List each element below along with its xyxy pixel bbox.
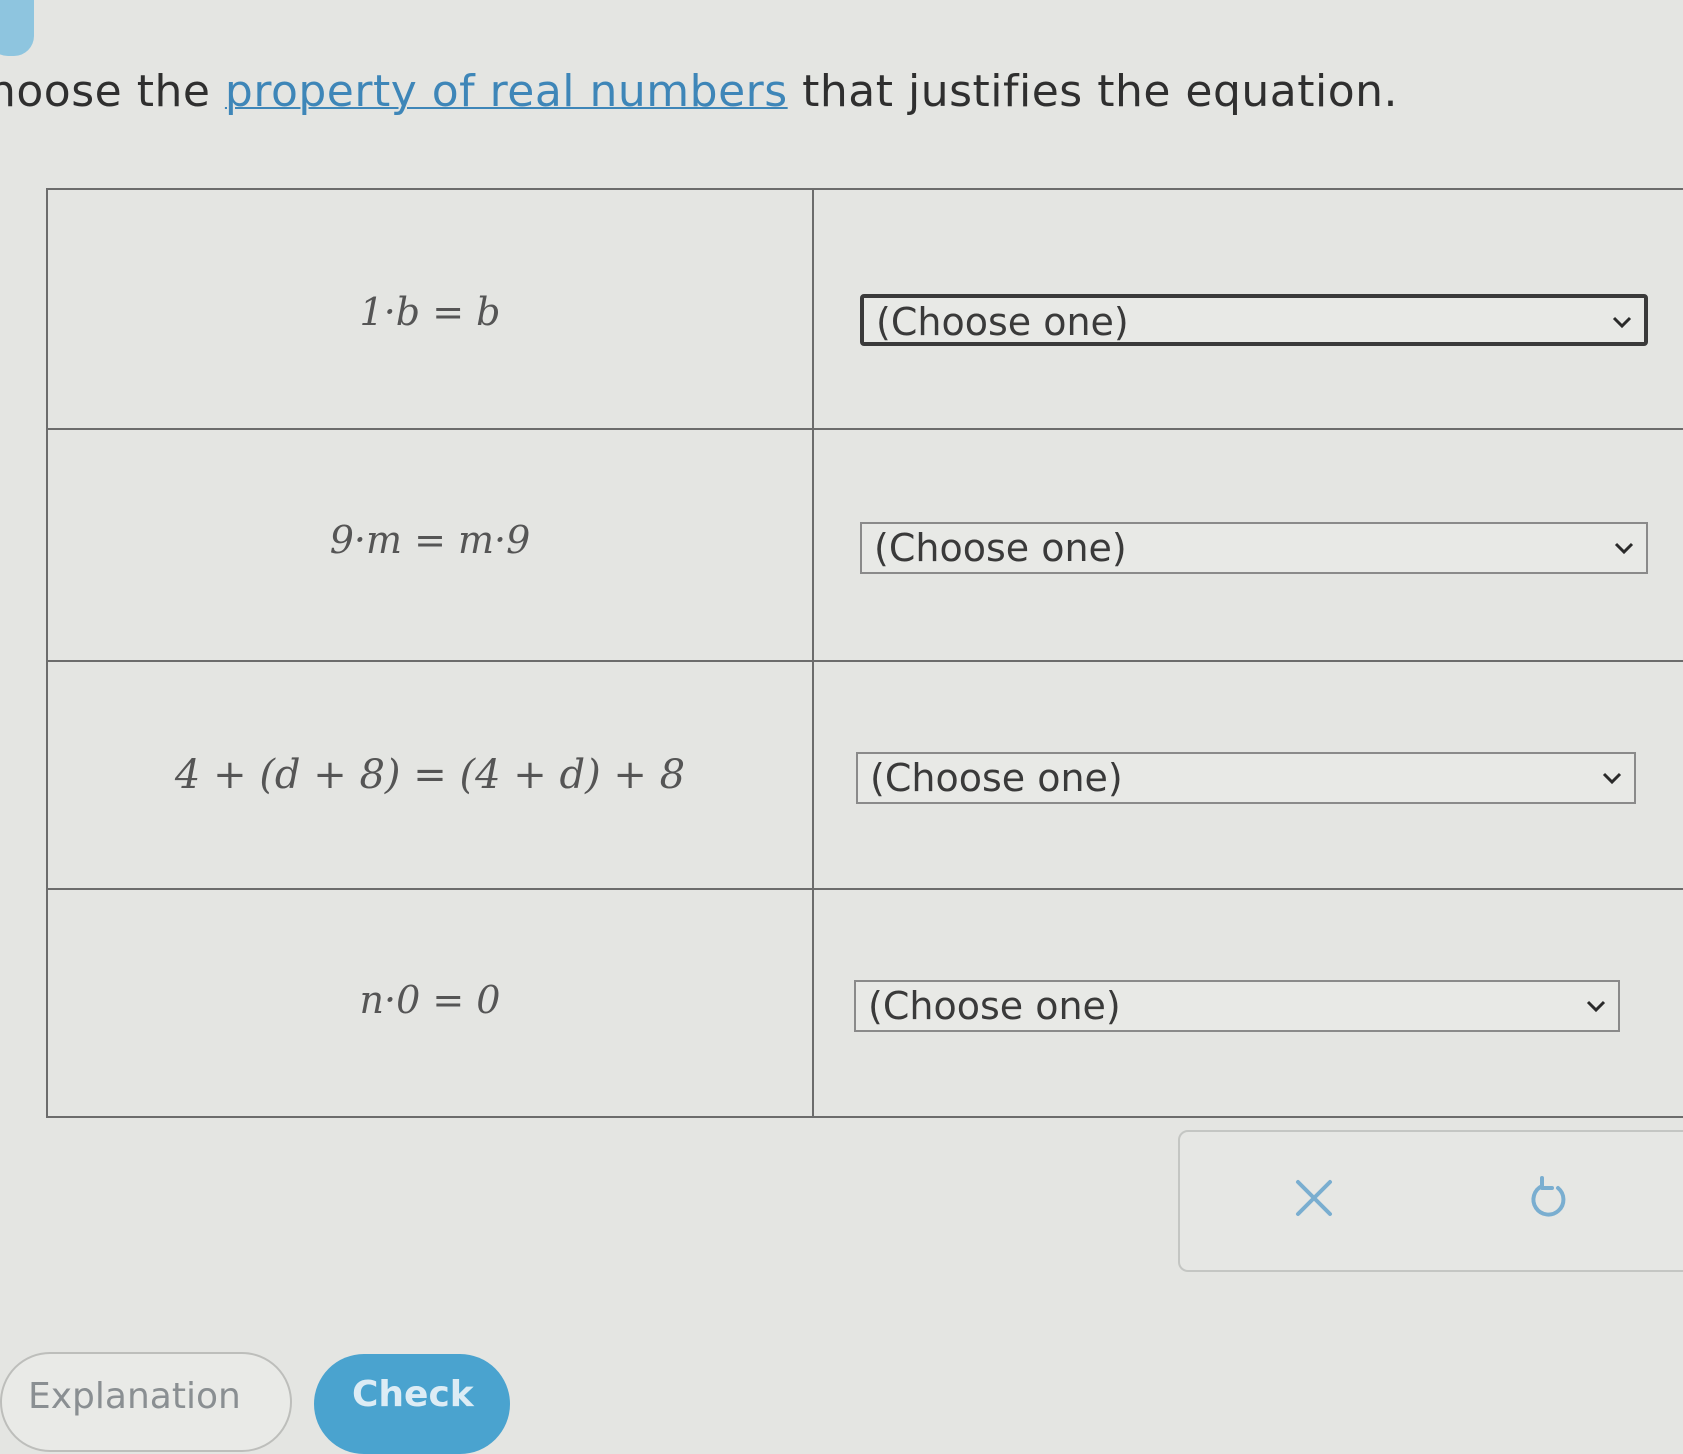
property-dropdown[interactable]: (Choose one) <box>854 980 1620 1032</box>
equation-text: 4 + (d + 8) = (4 + d) + 8 <box>174 752 686 798</box>
explanation-button-label: Explanation <box>28 1376 241 1417</box>
equation-text: n·0 = 0 <box>359 978 501 1022</box>
check-button-label: Check <box>352 1374 474 1415</box>
equation-cell: 9·m = m·9 <box>48 430 814 660</box>
corner-decoration <box>0 0 34 56</box>
property-dropdown[interactable]: (Choose one) <box>860 522 1648 574</box>
equation-cell: n·0 = 0 <box>48 890 814 1118</box>
dropdown-value: (Choose one) <box>874 526 1127 570</box>
answer-actions-panel <box>1178 1130 1683 1272</box>
chevron-down-icon <box>1586 1000 1606 1013</box>
chevron-down-icon <box>1612 316 1632 329</box>
equation-text: 1·b = b <box>359 290 501 334</box>
prompt-text-start: hoose the <box>0 66 225 117</box>
prompt-text-end: that justifies the equation. <box>787 66 1399 117</box>
undo-button[interactable] <box>1520 1168 1580 1228</box>
dropdown-value: (Choose one) <box>870 756 1123 800</box>
table-row: n·0 = 0 (Choose one) <box>48 890 1683 1118</box>
equations-table: 1·b = b (Choose one) 9·m = m·9 (Choose o… <box>46 188 1683 1118</box>
check-button[interactable]: Check <box>314 1354 510 1454</box>
clear-button[interactable] <box>1284 1168 1344 1228</box>
property-of-real-numbers-link[interactable]: property of real numbers <box>225 66 788 117</box>
chevron-down-icon <box>1614 542 1634 555</box>
equation-text: 9·m = m·9 <box>329 518 531 562</box>
explanation-button[interactable]: Explanation <box>0 1352 292 1452</box>
dropdown-value: (Choose one) <box>868 984 1121 1028</box>
equation-cell: 4 + (d + 8) = (4 + d) + 8 <box>48 662 814 888</box>
table-row: 1·b = b (Choose one) <box>48 190 1683 430</box>
table-row: 4 + (d + 8) = (4 + d) + 8 (Choose one) <box>48 662 1683 890</box>
close-icon <box>1296 1180 1332 1216</box>
table-row: 9·m = m·9 (Choose one) <box>48 430 1683 662</box>
equation-cell: 1·b = b <box>48 190 814 428</box>
property-dropdown[interactable]: (Choose one) <box>856 752 1636 804</box>
property-dropdown[interactable]: (Choose one) <box>860 294 1648 346</box>
question-prompt: hoose the property of real numbers that … <box>0 66 1398 117</box>
chevron-down-icon <box>1602 772 1622 785</box>
undo-icon <box>1531 1176 1566 1217</box>
dropdown-value: (Choose one) <box>876 300 1129 344</box>
